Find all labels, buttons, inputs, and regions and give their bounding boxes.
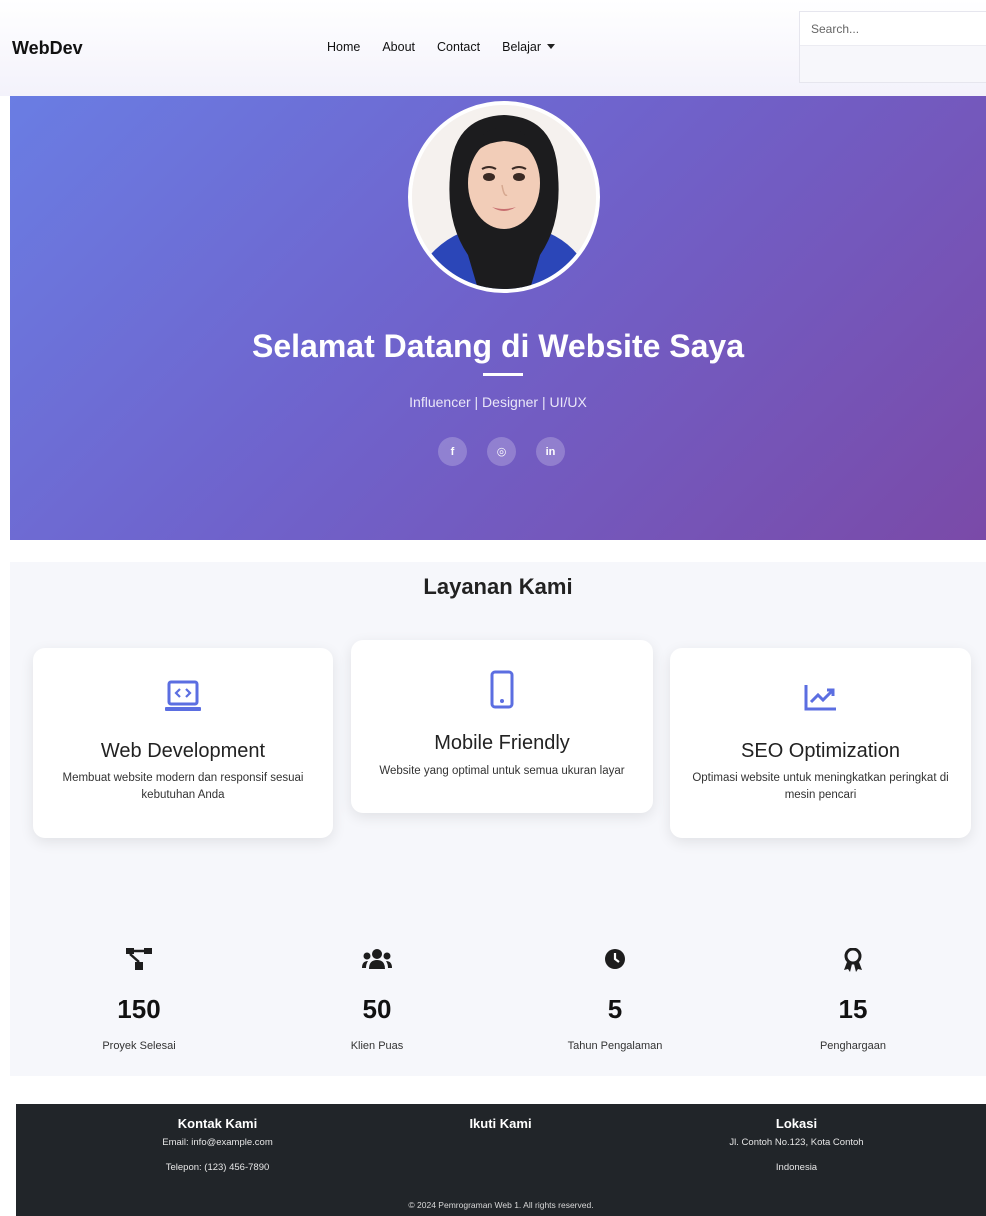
service-card-seo-optimization: SEO Optimization Optimasi website untuk … xyxy=(670,648,971,838)
stat-awards: 15 Penghargaan xyxy=(734,948,972,1078)
footer-country: Indonesia xyxy=(775,1162,818,1173)
project-diagram-icon xyxy=(20,948,258,970)
navbar: WebDev Home About Contact Belajar xyxy=(0,0,986,96)
hero-title: Selamat Datang di Website Saya xyxy=(251,328,745,364)
brand-logo[interactable]: WebDev xyxy=(12,38,83,59)
facebook-icon[interactable]: f xyxy=(438,437,467,466)
nav-link-about[interactable]: About xyxy=(382,40,415,54)
stat-clients: 50 Klien Puas xyxy=(258,948,496,1078)
service-card-web-development: Web Development Membuat website modern d… xyxy=(33,648,333,838)
stat-value: 5 xyxy=(607,994,623,1024)
linkedin-icon[interactable]: in xyxy=(536,437,565,466)
search-input[interactable] xyxy=(800,12,986,46)
search-container xyxy=(799,11,986,83)
stat-value: 15 xyxy=(838,994,868,1024)
footer-email: Email: info@example.com xyxy=(162,1137,273,1148)
stat-label: Klien Puas xyxy=(350,1040,404,1052)
service-card-mobile-friendly: Mobile Friendly Website yang optimal unt… xyxy=(351,640,653,813)
footer-contact: Kontak Kami Email: info@example.com Tele… xyxy=(56,1116,379,1187)
service-description: Membuat website modern dan responsif ses… xyxy=(62,772,304,801)
footer-copyright: © 2024 Pemrograman Web 1. All rights res… xyxy=(408,1200,594,1210)
footer-address: Jl. Contoh No.123, Kota Contoh xyxy=(729,1137,864,1148)
nav-links: Home About Contact Belajar xyxy=(327,40,577,54)
profile-photo-illustration xyxy=(412,105,596,289)
footer-location-title: Lokasi xyxy=(775,1116,818,1131)
stat-label: Tahun Pengalaman xyxy=(567,1040,663,1052)
hero-section: Selamat Datang di Website Saya Influence… xyxy=(10,96,986,540)
stat-projects: 150 Proyek Selesai xyxy=(20,948,258,1078)
hero-subtitle: Influencer | Designer | UI/UX xyxy=(409,394,587,410)
service-title: SEO Optimization xyxy=(741,740,900,762)
hero-divider xyxy=(483,373,523,376)
profile-photo xyxy=(408,101,600,293)
instagram-icon[interactable]: ◎ xyxy=(487,437,516,466)
stat-label: Proyek Selesai xyxy=(102,1040,176,1052)
services-title: Layanan Kami xyxy=(423,574,573,599)
footer-contact-title: Kontak Kami xyxy=(177,1116,258,1131)
chart-line-icon xyxy=(670,682,971,712)
services-section: Layanan Kami Web Development Membuat web… xyxy=(10,562,986,1076)
stat-years: 5 Tahun Pengalaman xyxy=(496,948,734,1078)
mobile-icon xyxy=(351,670,653,710)
footer-follow: Ikuti Kami xyxy=(339,1116,662,1137)
footer-follow-title: Ikuti Kami xyxy=(469,1116,532,1131)
nav-dropdown-belajar[interactable]: Belajar xyxy=(502,40,555,54)
service-title: Mobile Friendly xyxy=(434,732,570,754)
footer-location: Lokasi Jl. Contoh No.123, Kota Contoh In… xyxy=(635,1116,958,1187)
nav-link-contact[interactable]: Contact xyxy=(437,40,480,54)
award-icon xyxy=(734,948,972,972)
stat-value: 150 xyxy=(117,994,161,1024)
stat-value: 50 xyxy=(362,994,392,1024)
footer-phone: Telepon: (123) 456-7890 xyxy=(165,1162,270,1173)
laptop-code-icon xyxy=(33,680,333,716)
service-title: Web Development xyxy=(100,740,266,762)
service-description: Website yang optimal untuk semua ukuran … xyxy=(379,765,625,777)
users-icon xyxy=(258,948,496,970)
clock-icon xyxy=(496,948,734,970)
social-links: f ◎ in xyxy=(438,437,565,466)
service-description: Optimasi website untuk meningkatkan peri… xyxy=(692,772,949,801)
nav-link-home[interactable]: Home xyxy=(327,40,360,54)
stat-label: Penghargaan xyxy=(819,1040,887,1052)
footer: Kontak Kami Email: info@example.com Tele… xyxy=(16,1104,986,1216)
